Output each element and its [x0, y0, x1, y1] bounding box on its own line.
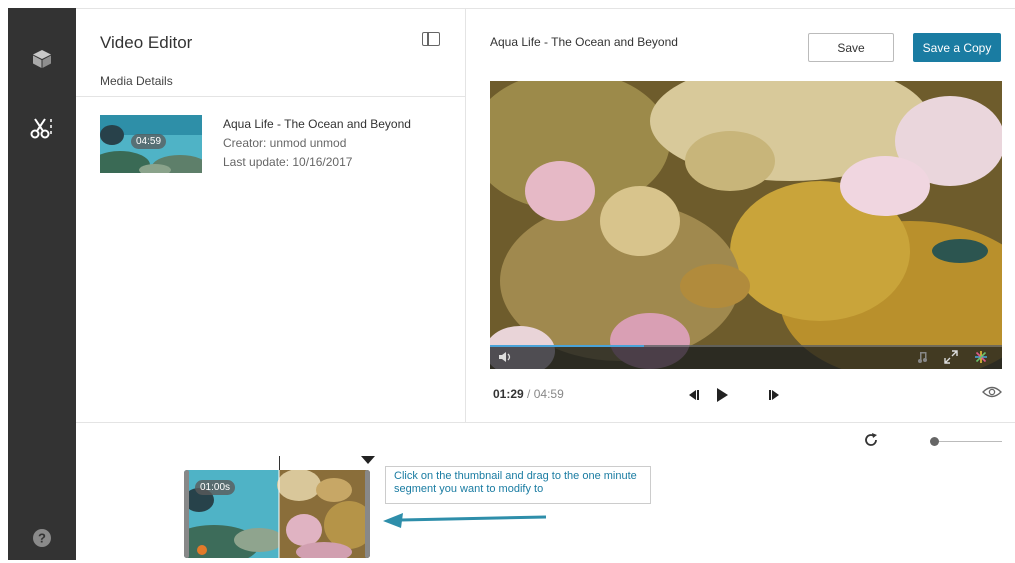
video-player[interactable]	[490, 81, 1002, 369]
sidebar-item-help[interactable]: ?	[8, 513, 76, 563]
video-frame	[490, 81, 1002, 369]
video-progress-fill	[490, 345, 644, 347]
video-title: Aqua Life - The Ocean and Beyond	[490, 35, 678, 49]
reset-button[interactable]	[863, 432, 879, 453]
video-control-bar	[490, 345, 1002, 369]
drag-hint-tooltip: Click on the thumbnail and drag to the o…	[385, 466, 651, 504]
hint-arrow-icon	[383, 513, 547, 528]
music-icon[interactable]	[916, 350, 930, 364]
media-thumbnail[interactable]: 04:59	[100, 115, 202, 173]
media-creator: Creator: unmod unmod	[223, 136, 347, 150]
video-progress-track[interactable]	[490, 345, 1002, 347]
scissors-icon	[30, 118, 52, 139]
panel-toggle-icon[interactable]	[422, 32, 440, 46]
volume-icon[interactable]	[498, 350, 512, 364]
total-time: 04:59	[533, 387, 564, 401]
zoom-slider-knob[interactable]	[930, 437, 939, 446]
sidebar-item-editor[interactable]	[5, 103, 76, 153]
section-subtitle: Media Details	[100, 74, 173, 88]
step-back-icon	[689, 390, 699, 400]
sidebar: ?	[5, 8, 76, 563]
step-forward-icon	[769, 390, 779, 400]
eye-icon	[982, 386, 1002, 398]
svg-text:?: ?	[38, 531, 46, 546]
playhead-marker[interactable]	[361, 456, 375, 464]
sidebar-item-media[interactable]	[8, 34, 76, 84]
save-copy-button[interactable]: Save a Copy	[913, 33, 1001, 62]
segment-right-handle[interactable]	[365, 470, 370, 558]
media-title: Aqua Life - The Ocean and Beyond	[223, 117, 411, 131]
player-panel: Aqua Life - The Ocean and Beyond Save Sa…	[467, 9, 1015, 422]
fullscreen-icon[interactable]	[944, 350, 958, 364]
settings-icon[interactable]	[974, 350, 988, 364]
step-forward-button[interactable]	[766, 387, 784, 403]
media-details-panel: Video Editor Media Details 04:59 Aqua Li…	[76, 9, 466, 422]
media-last-update: Last update: 10/16/2017	[223, 155, 353, 169]
help-icon: ?	[33, 529, 51, 547]
timeline-area: 01:00s Click on the thumbnail and drag t…	[76, 422, 1015, 561]
save-button[interactable]: Save	[808, 33, 894, 62]
duration-badge: 04:59	[131, 134, 167, 149]
preview-visibility-button[interactable]	[982, 385, 1002, 404]
timeline-strip[interactable]: 01:00s	[184, 470, 370, 558]
step-back-button[interactable]	[684, 387, 702, 403]
play-button[interactable]	[713, 387, 731, 403]
main-area: Video Editor Media Details 04:59 Aqua Li…	[76, 8, 1015, 560]
play-icon	[717, 388, 728, 402]
time-separator: /	[527, 387, 531, 401]
zoom-slider-track[interactable]	[934, 441, 1002, 442]
divider	[76, 96, 466, 97]
refresh-icon	[865, 433, 877, 446]
time-display: 01:29 / 04:59	[493, 387, 564, 401]
current-time: 01:29	[493, 387, 524, 401]
segment-left-handle[interactable]	[184, 470, 189, 558]
segment-duration-badge: 01:00s	[195, 480, 236, 495]
cube-icon	[33, 50, 51, 68]
page-title: Video Editor	[100, 33, 193, 52]
